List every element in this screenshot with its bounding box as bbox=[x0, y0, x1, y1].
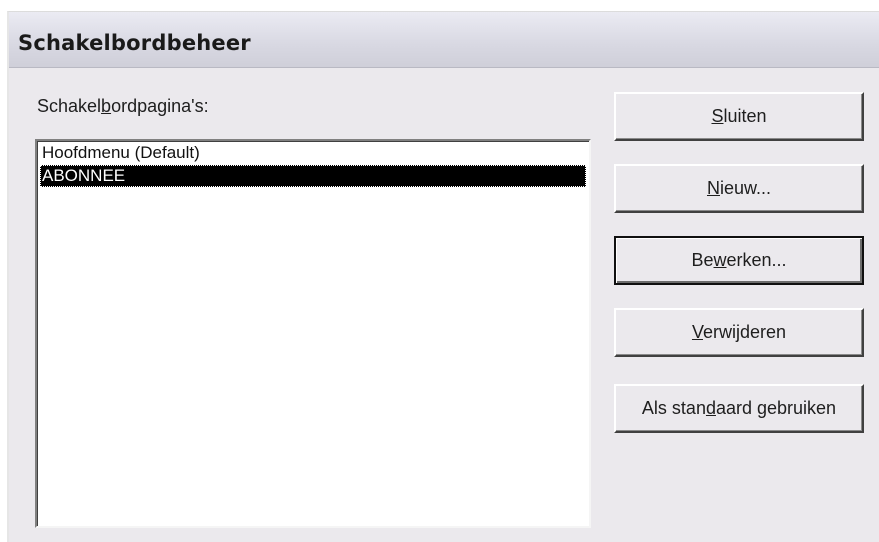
close-label-mnemonic: S bbox=[711, 106, 724, 126]
label-text-start: Schakel bbox=[37, 96, 102, 116]
new-label-end: ieuw... bbox=[719, 178, 772, 198]
label-text-end: ordpagina's: bbox=[111, 96, 209, 116]
set-as-default-button[interactable]: Als standaard gebruiken bbox=[614, 384, 864, 433]
list-item-hoofdmenu[interactable]: Hoofdmenu (Default) bbox=[40, 142, 586, 164]
close-button-label: Sluiten bbox=[711, 94, 766, 138]
set-default-label-end: aard gebruiken bbox=[715, 398, 837, 418]
edit-button[interactable]: Bewerken... bbox=[614, 236, 864, 285]
new-button[interactable]: Nieuw... bbox=[614, 164, 864, 213]
close-button[interactable]: Sluiten bbox=[614, 92, 864, 141]
switchboard-pages-label: Schakelbordpagina's: bbox=[37, 96, 209, 117]
window-title: Schakelbordbeheer bbox=[18, 31, 251, 55]
new-button-label: Nieuw... bbox=[707, 166, 771, 210]
set-as-default-button-label: Als standaard gebruiken bbox=[642, 386, 836, 430]
edit-button-label: Bewerken... bbox=[691, 238, 786, 282]
delete-button-label: Verwijderen bbox=[692, 310, 786, 354]
edit-label-start: Be bbox=[691, 250, 714, 270]
label-mnemonic: b bbox=[101, 96, 112, 116]
edit-label-end: erken... bbox=[726, 250, 787, 270]
delete-label-mnemonic: V bbox=[691, 322, 703, 342]
delete-button[interactable]: Verwijderen bbox=[614, 308, 864, 357]
delete-label-end: erwijderen bbox=[702, 322, 787, 342]
close-label-end: luiten bbox=[723, 106, 767, 126]
title-bar[interactable]: Schakelbordbeheer bbox=[9, 12, 879, 68]
set-default-label-start: Als stan bbox=[641, 398, 706, 418]
switchboard-pages-listbox[interactable]: Hoofdmenu (Default) ABONNEE bbox=[35, 139, 591, 528]
list-item-abonnee-selected[interactable]: ABONNEE bbox=[40, 165, 586, 187]
edit-label-mnemonic: w bbox=[713, 250, 727, 270]
set-default-label-mnemonic: d bbox=[705, 398, 716, 418]
new-label-mnemonic: N bbox=[706, 178, 720, 198]
switchboard-manager-dialog: Schakelbordbeheer Schakelbordpagina's: H… bbox=[7, 11, 879, 542]
